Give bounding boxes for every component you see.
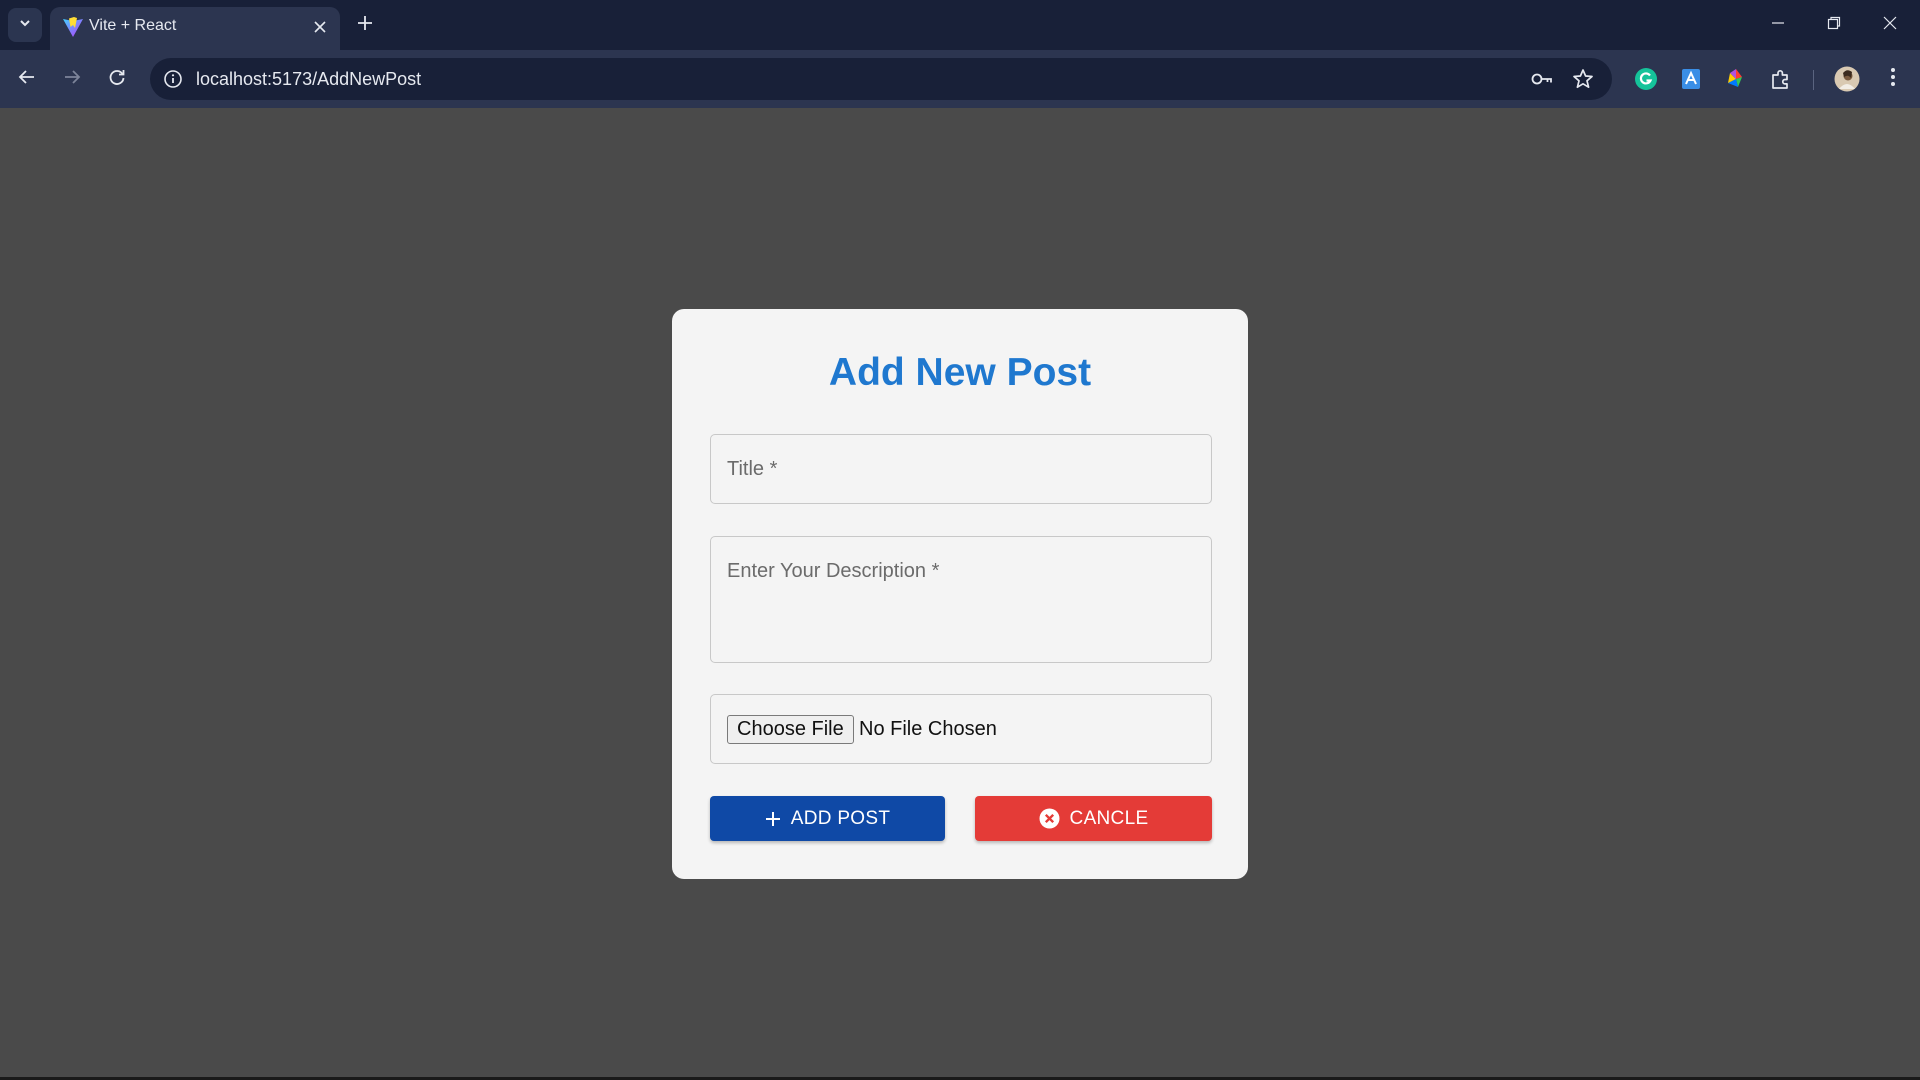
title-field-label: Title * <box>727 458 778 480</box>
reload-button[interactable] <box>100 62 134 96</box>
choose-file-button[interactable]: Choose File <box>727 715 854 744</box>
plus-icon <box>765 811 781 827</box>
description-field-label: Enter Your Description * <box>727 560 940 582</box>
description-textarea[interactable]: Enter Your Description * <box>710 536 1212 663</box>
required-marker: * <box>769 458 778 480</box>
cancel-label: CANCLE <box>1069 807 1149 829</box>
toolbar-divider <box>1813 70 1814 90</box>
add-post-button[interactable]: ADD POST <box>710 796 945 841</box>
minimize-icon <box>1771 16 1785 35</box>
reload-icon <box>108 68 126 91</box>
grammarly-extension-icon[interactable] <box>1629 62 1663 96</box>
bookmark-star-icon[interactable] <box>1570 66 1596 92</box>
forward-button[interactable] <box>55 62 89 96</box>
url-text[interactable]: localhost:5173/AddNewPost <box>196 69 421 90</box>
cancel-circle-icon <box>1039 808 1060 829</box>
plus-icon <box>357 15 373 36</box>
browser-tab-active[interactable]: Vite + React <box>50 7 340 50</box>
file-upload-field: Choose File No File Chosen <box>710 694 1212 764</box>
browser-menu-button[interactable] <box>1876 62 1910 96</box>
tab-title: Vite + React <box>89 17 177 34</box>
address-bar[interactable]: localhost:5173/AddNewPost <box>150 58 1612 100</box>
minimize-window-button[interactable] <box>1750 0 1806 50</box>
arrow-right-icon <box>63 68 81 91</box>
title-input[interactable]: Title * <box>710 434 1212 504</box>
kebab-menu-icon <box>1890 67 1896 92</box>
password-key-icon[interactable] <box>1529 66 1555 92</box>
tab-strip: Vite + React <box>0 0 1920 50</box>
translate-extension-icon[interactable] <box>1674 62 1708 96</box>
browser-toolbar: localhost:5173/AddNewPost <box>0 50 1920 108</box>
add-post-card: Add New Post Title * Enter Your Descript… <box>672 309 1248 879</box>
close-tab-icon[interactable] <box>308 15 332 39</box>
site-info-icon[interactable] <box>160 66 186 92</box>
chevron-down-icon <box>18 16 32 35</box>
back-button[interactable] <box>10 62 44 96</box>
extensions-puzzle-icon[interactable] <box>1764 62 1798 96</box>
restore-icon <box>1827 16 1841 35</box>
color-picker-extension-icon[interactable] <box>1719 62 1753 96</box>
tab-search-button[interactable] <box>8 8 42 42</box>
cancel-button[interactable]: CANCLE <box>975 796 1212 841</box>
new-tab-button[interactable] <box>351 8 379 42</box>
close-window-button[interactable] <box>1862 0 1918 50</box>
close-icon <box>1883 16 1897 35</box>
profile-avatar[interactable] <box>1830 62 1864 96</box>
arrow-left-icon <box>18 68 36 91</box>
file-status-text: No File Chosen <box>859 718 997 740</box>
add-post-label: ADD POST <box>790 807 891 829</box>
restore-window-button[interactable] <box>1806 0 1862 50</box>
vite-logo-icon <box>62 16 84 38</box>
required-marker: * <box>931 560 940 582</box>
page-title: Add New Post <box>828 351 1092 394</box>
